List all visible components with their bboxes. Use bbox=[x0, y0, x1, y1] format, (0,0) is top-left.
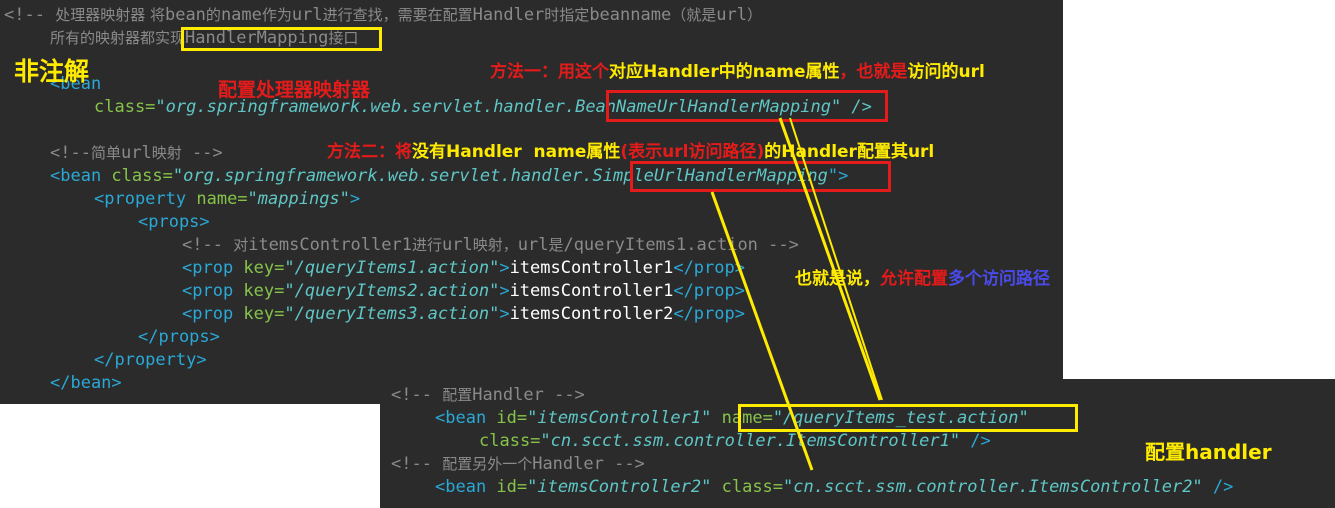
note-config-handler: 配置handler bbox=[1145, 440, 1272, 464]
connector-line bbox=[710, 191, 814, 471]
note-non-annotation: 非注解 bbox=[14, 57, 90, 86]
note-method-one: 方法一：用这个对应Handler中的name属性，也就是访问的url bbox=[490, 62, 985, 82]
note-multiple-paths: 也就是说，允许配置多个访问路径 bbox=[795, 269, 1050, 289]
note-method-two: 方法二：将没有Handler name属性(表示url访问路径)的Handler… bbox=[327, 142, 935, 162]
note-config-mapper: 配置处理器映射器 bbox=[218, 79, 371, 101]
